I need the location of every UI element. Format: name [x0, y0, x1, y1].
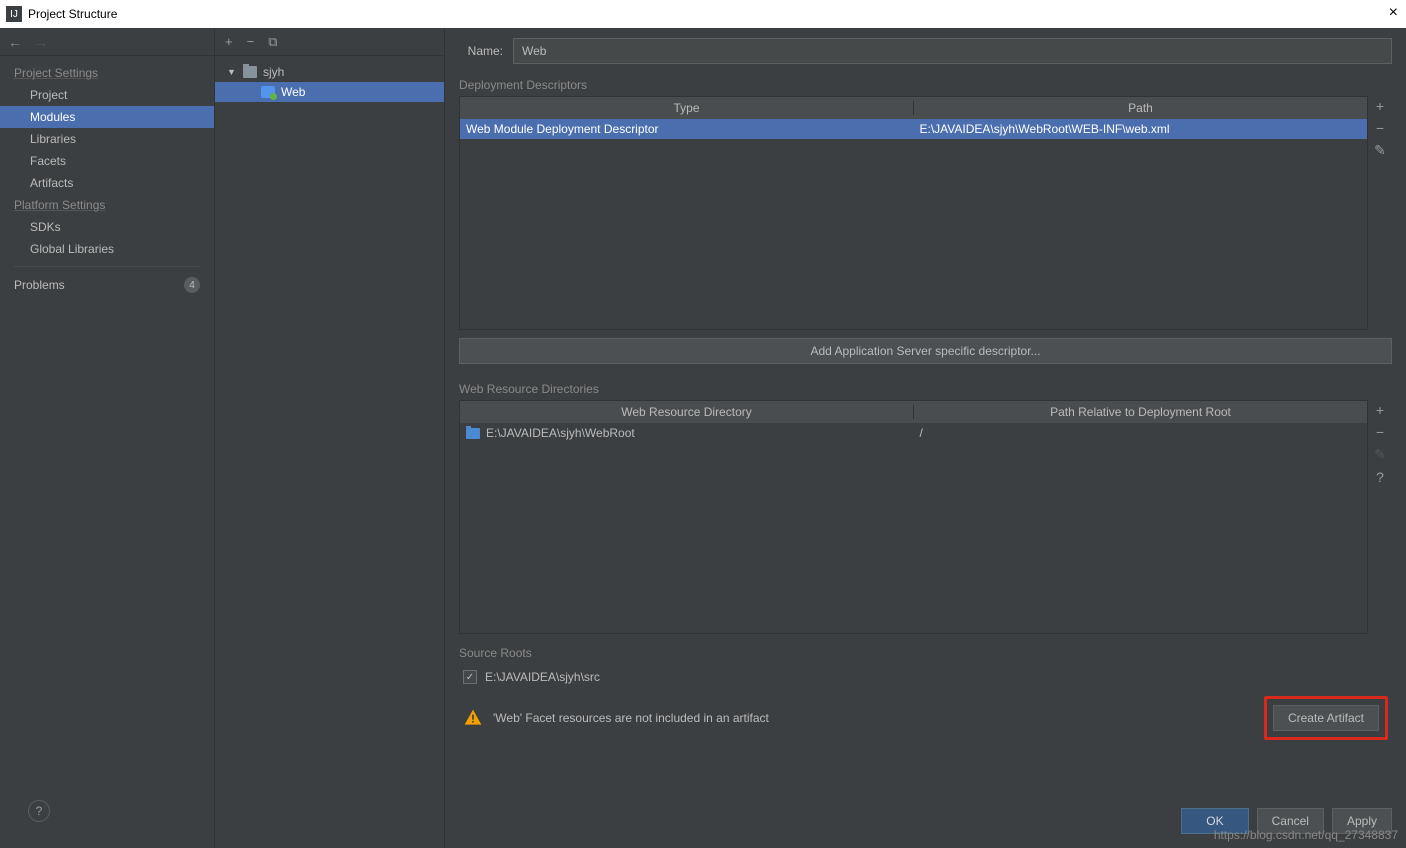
section-project-settings: Project Settings [0, 62, 214, 84]
web-facet-icon [261, 86, 275, 98]
dd-row-type: Web Module Deployment Descriptor [460, 122, 914, 136]
module-icon [243, 66, 257, 78]
sidebar-item-project[interactable]: Project [0, 84, 214, 106]
wrd-remove-icon[interactable]: − [1376, 424, 1384, 440]
module-tree-panel: + − ⧉ ▼ sjyh Web [215, 28, 445, 848]
sidebar-item-modules[interactable]: Modules [0, 106, 214, 128]
wrd-table: Web Resource Directory Path Relative to … [459, 400, 1368, 634]
folder-icon [466, 428, 480, 439]
dd-table: Type Path Web Module Deployment Descript… [459, 96, 1368, 330]
wrd-header: Web Resource Directory Path Relative to … [460, 401, 1367, 423]
details-panel: Name: Deployment Descriptors Type Path W… [445, 28, 1406, 848]
add-app-server-descriptor-button[interactable]: Add Application Server specific descript… [459, 338, 1392, 364]
app-icon: IJ [6, 6, 22, 22]
wrd-section-label: Web Resource Directories [459, 382, 1392, 396]
help-icon[interactable]: ? [28, 800, 50, 822]
sidebar-item-libraries[interactable]: Libraries [0, 128, 214, 150]
wrd-row-dir: E:\JAVAIDEA\sjyh\WebRoot [460, 426, 914, 440]
copy-icon[interactable]: ⧉ [268, 34, 277, 50]
close-icon[interactable]: × [1389, 4, 1398, 22]
wrd-col-rel: Path Relative to Deployment Root [914, 405, 1367, 419]
forward-icon: → [34, 34, 48, 50]
dd-add-icon[interactable]: + [1376, 98, 1384, 114]
source-root-path: E:\JAVAIDEA\sjyh\src [485, 670, 600, 684]
tree-row-module[interactable]: ▼ sjyh [215, 62, 444, 82]
back-icon[interactable]: ← [8, 34, 22, 50]
wrd-col-dir: Web Resource Directory [460, 405, 914, 419]
remove-icon[interactable]: − [247, 34, 255, 49]
wrd-actions: + − ✎ ? [1368, 400, 1392, 634]
tree-toolbar: + − ⧉ [215, 28, 444, 56]
window-title: Project Structure [28, 7, 117, 21]
module-label: sjyh [263, 65, 284, 79]
problems-label: Problems [14, 278, 65, 292]
source-roots-label: Source Roots [459, 646, 1392, 660]
source-root-item[interactable]: ✓ E:\JAVAIDEA\sjyh\src [459, 664, 1392, 690]
dd-row[interactable]: Web Module Deployment Descriptor E:\JAVA… [460, 119, 1367, 139]
sidebar-item-facets[interactable]: Facets [0, 150, 214, 172]
sidebar-item-artifacts[interactable]: Artifacts [0, 172, 214, 194]
checkbox-icon[interactable]: ✓ [463, 670, 477, 684]
tree-row-facet[interactable]: Web [215, 82, 444, 102]
dd-col-path: Path [914, 101, 1367, 115]
wrd-edit-icon: ✎ [1374, 446, 1386, 463]
dd-remove-icon[interactable]: − [1376, 120, 1384, 136]
wrd-help-icon[interactable]: ? [1376, 469, 1384, 485]
separator [14, 266, 200, 267]
titlebar: IJ Project Structure × [0, 0, 1406, 28]
expander-icon[interactable]: ▼ [227, 67, 239, 77]
add-icon[interactable]: + [225, 34, 233, 49]
warning-text: 'Web' Facet resources are not included i… [493, 711, 1254, 725]
create-artifact-highlight: Create Artifact [1264, 696, 1388, 740]
warning-icon [463, 708, 483, 728]
create-artifact-button[interactable]: Create Artifact [1273, 705, 1379, 731]
name-input[interactable] [513, 38, 1392, 64]
sidebar: ← → Project Settings Project Modules Lib… [0, 28, 215, 848]
warning-row: 'Web' Facet resources are not included i… [459, 690, 1392, 750]
facet-label: Web [281, 85, 305, 99]
name-label: Name: [459, 44, 503, 58]
sidebar-item-problems[interactable]: Problems 4 [0, 273, 214, 297]
section-platform-settings: Platform Settings [0, 194, 214, 216]
dd-header: Type Path [460, 97, 1367, 119]
name-row: Name: [459, 38, 1392, 64]
sidebar-item-sdks[interactable]: SDKs [0, 216, 214, 238]
wrd-row[interactable]: E:\JAVAIDEA\sjyh\WebRoot / [460, 423, 1367, 443]
dd-row-path: E:\JAVAIDEA\sjyh\WebRoot\WEB-INF\web.xml [914, 122, 1368, 136]
dd-section-label: Deployment Descriptors [459, 78, 1392, 92]
dd-edit-icon[interactable]: ✎ [1374, 142, 1386, 159]
sidebar-nav: ← → [0, 28, 214, 56]
dd-col-type: Type [460, 101, 914, 115]
wrd-row-rel: / [914, 426, 1368, 440]
dd-actions: + − ✎ [1368, 96, 1392, 330]
wrd-add-icon[interactable]: + [1376, 402, 1384, 418]
sidebar-item-global-libraries[interactable]: Global Libraries [0, 238, 214, 260]
watermark: https://blog.csdn.net/qq_27348837 [1214, 828, 1398, 842]
problems-badge: 4 [184, 277, 200, 293]
